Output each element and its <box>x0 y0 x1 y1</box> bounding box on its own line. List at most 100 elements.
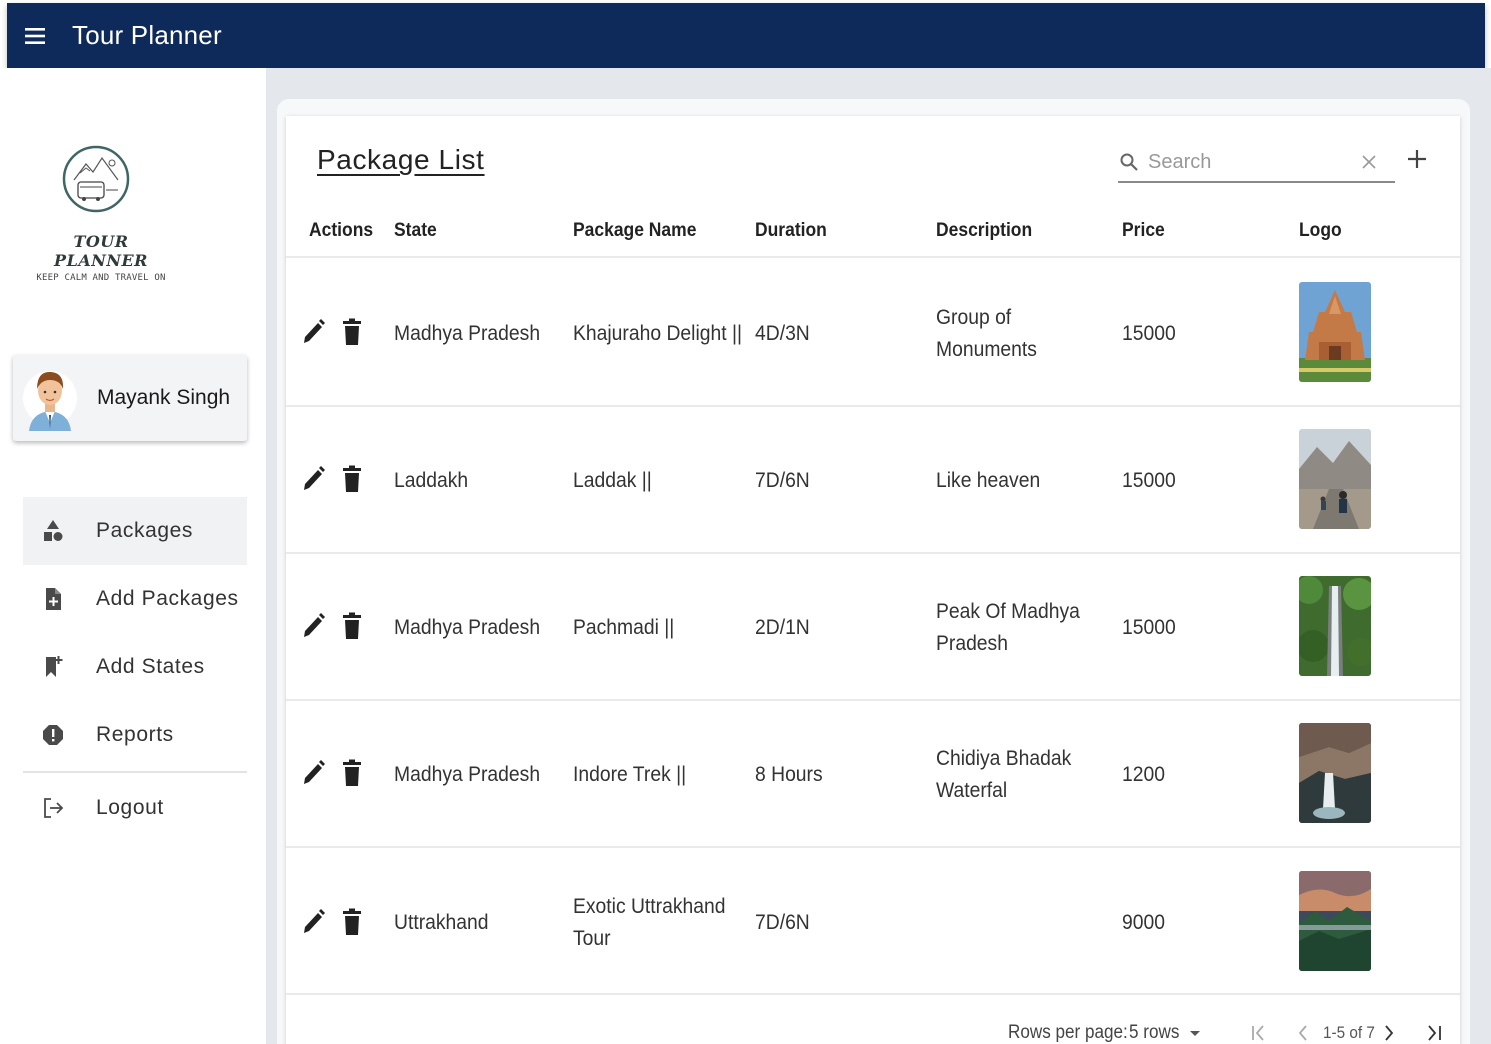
cell-price: 9000 <box>1122 911 1165 934</box>
menu-button[interactable] <box>7 3 63 68</box>
chevron-left-icon <box>1298 1025 1307 1041</box>
nav-divider <box>23 771 247 773</box>
rows-per-page-value: 5 rows <box>1129 1022 1180 1043</box>
next-page-button[interactable] <box>1376 1020 1402 1044</box>
column-header-actions[interactable]: Actions <box>309 220 373 242</box>
edit-icon[interactable] <box>301 908 325 936</box>
sidebar-item-label: Logout <box>96 796 164 819</box>
column-header-description[interactable]: Description <box>936 220 1032 242</box>
edit-icon[interactable] <box>301 612 325 640</box>
package-logo-image <box>1299 723 1371 823</box>
pagination-bar: Rows per page: 5 rows 1-5 of 7 <box>286 1014 1460 1044</box>
table-row: Laddakh Laddak || 7D/6N Like heaven 1500… <box>286 407 1460 554</box>
sidebar-item-reports[interactable]: Reports <box>23 701 247 769</box>
sidebar-item-label: Add Packages <box>96 587 239 610</box>
cell-duration: 8 Hours <box>755 763 823 786</box>
plus-icon <box>1408 150 1426 168</box>
package-logo-image <box>1299 429 1371 529</box>
rows-per-page-label: Rows per page: <box>1008 1022 1128 1043</box>
app-bar: Tour Planner <box>7 3 1485 68</box>
cell-duration: 7D/6N <box>755 911 810 934</box>
cell-price: 15000 <box>1122 322 1176 345</box>
search-input[interactable] <box>1148 150 1358 174</box>
valley-sunset-photo <box>1299 871 1371 971</box>
search-field <box>1118 143 1395 183</box>
forest-waterfall-photo <box>1299 576 1371 676</box>
edit-icon[interactable] <box>301 465 325 493</box>
sidebar-item-label: Packages <box>96 519 194 542</box>
column-header-state[interactable]: State <box>394 220 437 242</box>
cell-description-line2: Monuments <box>936 338 1037 361</box>
column-header-price[interactable]: Price <box>1122 220 1165 242</box>
cell-package-name: Khajuraho Delight || <box>573 322 743 345</box>
column-header-duration[interactable]: Duration <box>755 220 827 242</box>
logout-icon <box>44 798 64 818</box>
cell-duration: 7D/6N <box>755 469 810 492</box>
sidebar-item-add-states[interactable]: Add States <box>23 633 247 701</box>
sidebar-item-add-packages[interactable]: Add Packages <box>23 565 247 633</box>
user-avatar-icon <box>23 371 77 431</box>
table-row: Uttrakhand Exotic Uttrakhand Tour 7D/6N … <box>286 848 1460 995</box>
user-name: Mayank Singh <box>97 386 231 409</box>
sidebar-item-packages[interactable]: Packages <box>23 497 247 565</box>
package-list-panel: Package List Actions State Package Name … <box>286 116 1460 1044</box>
chevron-right-icon <box>1385 1025 1394 1041</box>
cell-package-name: Laddak || <box>573 469 652 492</box>
cell-description-line1: Peak Of Madhya <box>936 600 1080 623</box>
edit-icon[interactable] <box>301 759 325 787</box>
temple-photo <box>1299 282 1371 382</box>
page-range: 1-5 of 7 <box>1323 1023 1375 1042</box>
delete-icon[interactable] <box>340 759 364 787</box>
cell-package-name: Indore Trek || <box>573 763 687 786</box>
column-header-logo[interactable]: Logo <box>1299 220 1342 242</box>
column-header-package-name[interactable]: Package Name <box>573 220 696 242</box>
cell-state: Laddakh <box>394 469 469 492</box>
close-icon <box>1362 155 1376 169</box>
cell-description-line1: Like heaven <box>936 469 1041 492</box>
last-page-button[interactable] <box>1421 1020 1447 1044</box>
table-header: Actions State Package Name Duration Desc… <box>286 216 1460 258</box>
cell-duration: 2D/1N <box>755 616 810 639</box>
rows-per-page-select[interactable]: 5 rows <box>1129 1022 1203 1044</box>
sidebar-item-logout[interactable]: Logout <box>23 774 247 842</box>
brand-logo: TOUR PLANNER KEEP CALM AND TRAVEL ON <box>36 130 166 283</box>
search-icon <box>1120 153 1138 171</box>
table-row: Madhya Pradesh Pachmadi || 2D/1N Peak Of… <box>286 554 1460 701</box>
cell-description-line2: Waterfal <box>936 779 1008 802</box>
bookmark-add-icon <box>46 656 63 677</box>
package-logo-image <box>1299 576 1371 676</box>
user-profile-card[interactable]: Mayank Singh <box>13 355 247 441</box>
package-logo-image <box>1299 871 1371 971</box>
app-title: Tour Planner <box>72 20 222 50</box>
delete-icon[interactable] <box>340 908 364 936</box>
page-title: Package List <box>317 144 485 175</box>
delete-icon[interactable] <box>340 465 364 493</box>
clear-search-button[interactable] <box>1358 151 1380 173</box>
edit-icon[interactable] <box>301 318 325 346</box>
add-package-button[interactable] <box>1404 146 1430 172</box>
cell-price: 15000 <box>1122 616 1176 639</box>
packages-icon <box>44 520 63 541</box>
cell-description-line1: Group of <box>936 306 1012 329</box>
delete-icon[interactable] <box>340 318 364 346</box>
dropdown-arrow-icon <box>1189 1031 1200 1036</box>
sidebar-item-label: Reports <box>96 723 174 746</box>
cell-package-name: Pachmadi || <box>573 616 675 639</box>
first-page-button[interactable] <box>1246 1020 1272 1044</box>
cell-price: 1200 <box>1122 763 1165 786</box>
table-row: Madhya Pradesh Indore Trek || 8 Hours Ch… <box>286 701 1460 848</box>
cell-state: Madhya Pradesh <box>394 322 541 345</box>
last-page-icon <box>1428 1025 1441 1041</box>
cell-duration: 4D/3N <box>755 322 810 345</box>
logo-tagline: KEEP CALM AND TRAVEL ON <box>36 273 166 283</box>
add-file-icon <box>46 588 61 610</box>
previous-page-button[interactable] <box>1290 1020 1316 1044</box>
sidebar-item-label: Add States <box>96 655 205 678</box>
logo-name: TOUR PLANNER <box>54 232 148 270</box>
cell-description-line2: Pradesh <box>936 632 1008 655</box>
delete-icon[interactable] <box>340 612 364 640</box>
sidebar-nav: Packages Add Packages Add States Reports… <box>23 497 247 842</box>
cell-state: Madhya Pradesh <box>394 616 541 639</box>
rock-waterfall-photo <box>1299 723 1371 823</box>
cell-state: Madhya Pradesh <box>394 763 541 786</box>
